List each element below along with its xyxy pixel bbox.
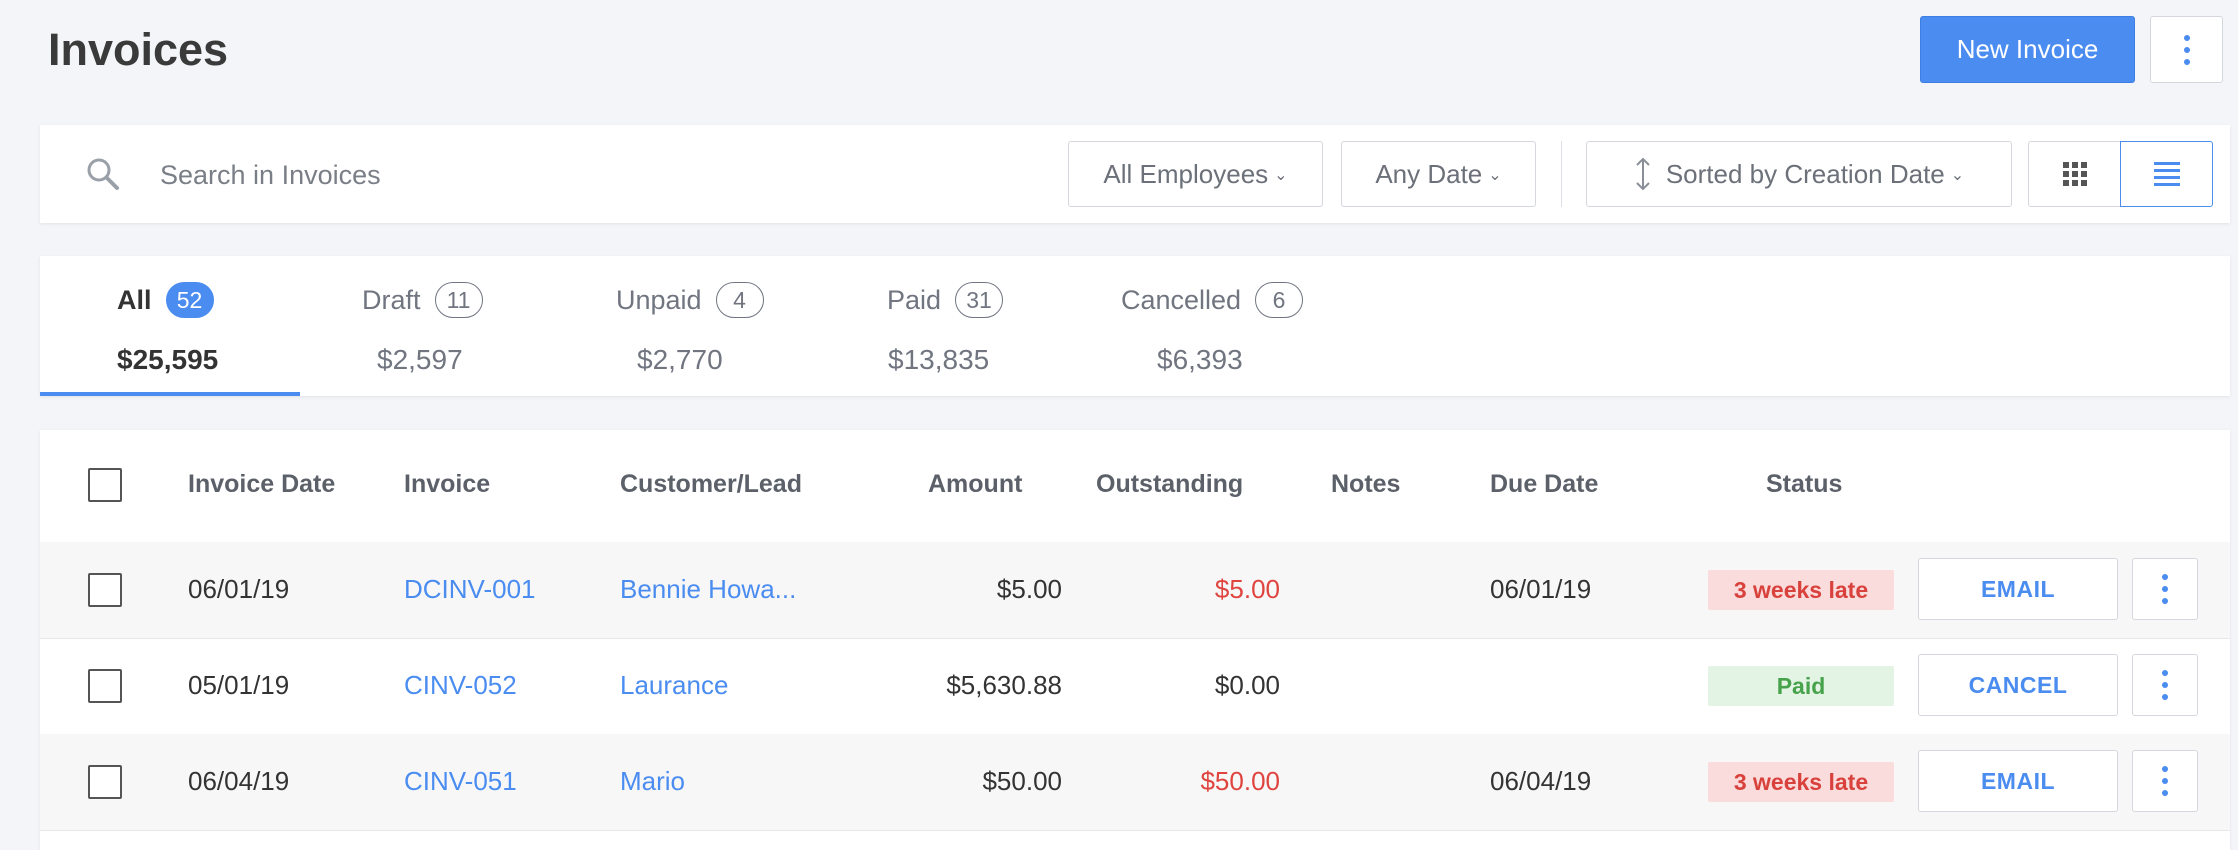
tab-count-badge: 52 <box>165 282 214 318</box>
tab-unpaid[interactable]: Unpaid 4 $2,770 <box>560 256 820 396</box>
chevron-down-icon: ⌄ <box>1274 167 1288 184</box>
status-badge: 3 weeks late <box>1708 762 1894 802</box>
column-header-invoice[interactable]: Invoice <box>404 470 490 499</box>
tab-amount: $13,835 <box>888 344 990 375</box>
list-view-icon <box>2153 162 2180 186</box>
employees-filter-dropdown[interactable]: All Employees ⌄ <box>1068 141 1323 207</box>
invoice-date: 06/04/19 <box>188 766 290 796</box>
new-invoice-button[interactable]: New Invoice <box>1920 16 2135 83</box>
grid-view-icon <box>2062 162 2087 186</box>
more-vertical-icon <box>2162 574 2168 604</box>
table-row[interactable]: 06/01/19 DCINV-001 Bennie Howa... $5.00 … <box>40 542 2230 639</box>
column-header-amount[interactable]: Amount <box>928 470 1022 499</box>
tab-amount: $2,770 <box>637 344 723 375</box>
row-checkbox[interactable] <box>88 573 122 607</box>
due-date: 06/04/19 <box>1490 766 1592 796</box>
grid-view-button[interactable] <box>2028 141 2121 207</box>
tab-count-badge: 6 <box>1255 282 1304 318</box>
tab-label: Paid <box>887 284 942 315</box>
tab-label: Unpaid <box>616 284 702 315</box>
tab-count-badge: 4 <box>715 282 764 318</box>
chevron-down-icon: ⌄ <box>1950 167 1965 184</box>
date-filter-label: Any Date <box>1375 158 1483 189</box>
tab-amount: $2,597 <box>377 344 463 375</box>
tab-label: Draft <box>362 284 421 315</box>
invoice-date: 05/01/19 <box>188 670 290 700</box>
outstanding: $50.00 <box>1200 766 1280 796</box>
outstanding: $5.00 <box>1214 574 1280 604</box>
more-vertical-icon <box>2162 670 2168 700</box>
tab-amount: $6,393 <box>1157 344 1243 375</box>
amount: $50.00 <box>982 766 1062 796</box>
select-all-checkbox[interactable] <box>88 468 122 502</box>
sort-dropdown[interactable]: Sorted by Creation Date ⌄ <box>1586 141 2012 207</box>
status-badge: Paid <box>1708 666 1894 706</box>
invoice-status-tabs: All 52 $25,595 Draft 11 $2,597 Unpaid 4 … <box>40 256 2230 396</box>
column-header-outstanding[interactable]: Outstanding <box>1096 470 1243 499</box>
employees-filter-label: All Employees <box>1103 158 1269 189</box>
table-row[interactable]: 05/01/19 CINV-052 Laurance $5,630.88 $0.… <box>40 638 2230 735</box>
tab-count-badge: 11 <box>434 282 483 318</box>
column-header-customer[interactable]: Customer/Lead <box>620 470 802 499</box>
tab-draft[interactable]: Draft 11 $2,597 <box>300 256 560 396</box>
invoices-table: Invoice Date Invoice Customer/Lead Amoun… <box>40 430 2230 850</box>
invoice-date: 06/01/19 <box>188 574 290 604</box>
status-badge: 3 weeks late <box>1708 570 1894 610</box>
column-header-status[interactable]: Status <box>1766 470 1842 499</box>
customer-link[interactable]: Laurance <box>620 670 728 701</box>
row-more-button[interactable] <box>2132 654 2198 716</box>
tab-cancelled[interactable]: Cancelled 6 $6,393 <box>1080 256 1340 396</box>
table-header: Invoice Date Invoice Customer/Lead Amoun… <box>40 430 2230 543</box>
sort-icon <box>1636 157 1650 191</box>
due-date: 06/01/19 <box>1490 574 1592 604</box>
invoice-link[interactable]: DCINV-001 <box>404 574 536 605</box>
date-filter-dropdown[interactable]: Any Date ⌄ <box>1341 141 1536 207</box>
amount: $5.00 <box>996 574 1062 604</box>
toolbar-divider <box>1561 141 1562 207</box>
tab-paid[interactable]: Paid 31 $13,835 <box>820 256 1080 396</box>
outstanding: $0.00 <box>1214 670 1280 700</box>
tab-label: All <box>117 284 152 315</box>
chevron-down-icon: ⌄ <box>1488 167 1502 184</box>
tab-amount: $25,595 <box>117 344 219 375</box>
row-more-button[interactable] <box>2132 750 2198 812</box>
more-options-button[interactable] <box>2150 16 2223 83</box>
tab-count-badge: 31 <box>955 282 1004 318</box>
page-title: Invoices <box>48 24 229 75</box>
row-more-button[interactable] <box>2132 558 2198 620</box>
active-tab-indicator <box>40 392 300 396</box>
customer-link[interactable]: Bennie Howa... <box>620 574 796 605</box>
email-button[interactable]: EMAIL <box>1918 558 2118 620</box>
invoice-link[interactable]: CINV-051 <box>404 766 517 797</box>
search-icon <box>87 158 119 190</box>
cancel-button[interactable]: CANCEL <box>1918 654 2118 716</box>
list-view-button[interactable] <box>2120 141 2213 207</box>
sort-label: Sorted by Creation Date <box>1665 158 1945 189</box>
column-header-due-date[interactable]: Due Date <box>1490 470 1598 499</box>
column-header-notes[interactable]: Notes <box>1331 470 1400 499</box>
amount: $5,630.88 <box>946 670 1062 700</box>
more-vertical-icon <box>2162 766 2168 796</box>
email-button[interactable]: EMAIL <box>1918 750 2118 812</box>
search-input[interactable] <box>158 149 1042 201</box>
filter-toolbar: All Employees ⌄ Any Date ⌄ Sorted by Cre… <box>40 125 2230 223</box>
row-checkbox[interactable] <box>88 765 122 799</box>
invoice-link[interactable]: CINV-052 <box>404 670 517 701</box>
table-row[interactable]: 06/04/19 CINV-051 Mario $50.00 $50.00 06… <box>40 734 2230 831</box>
tab-label: Cancelled <box>1121 284 1242 315</box>
customer-link[interactable]: Mario <box>620 766 685 797</box>
more-vertical-icon <box>2183 34 2190 65</box>
tab-all[interactable]: All 52 $25,595 <box>40 256 300 396</box>
row-checkbox[interactable] <box>88 669 122 703</box>
column-header-invoice-date[interactable]: Invoice Date <box>188 470 335 499</box>
